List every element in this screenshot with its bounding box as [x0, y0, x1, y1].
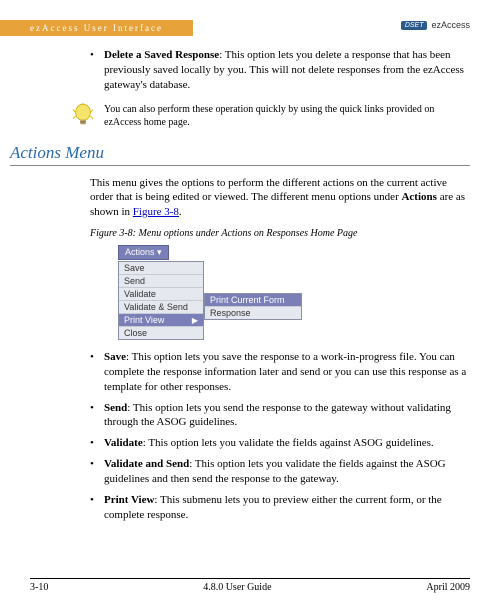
actions-menu-button[interactable]: Actions ▾ — [118, 245, 169, 260]
bullet-print-view: • Print View: This submenu lets you to p… — [90, 493, 470, 523]
submenu-arrow-icon: ▶ — [192, 316, 198, 325]
heading-rule — [10, 165, 470, 166]
bullet-delete-saved: • Delete a Saved Response: This option l… — [90, 48, 470, 93]
footer-center: 4.8.0 User Guide — [203, 582, 271, 593]
footer-page-number: 3-10 — [30, 582, 48, 593]
submenu-item-print-current[interactable]: Print Current Form — [205, 294, 301, 307]
figure-link[interactable]: Figure 3-8 — [133, 206, 179, 218]
menu-item-validate[interactable]: Validate — [119, 288, 203, 301]
bullet-marker: • — [90, 48, 104, 93]
bullet-marker: • — [90, 493, 104, 523]
menu-item-validate-send[interactable]: Validate & Send — [119, 301, 203, 314]
bullet-marker: • — [90, 457, 104, 487]
page-header: ezAccess User Interface DSET ezAccess — [30, 20, 470, 36]
bullet-send: • Send: This option lets you send the re… — [90, 401, 470, 431]
menu-item-print-view[interactable]: Print View ▶ — [119, 314, 203, 327]
figure-caption: Figure 3-8: Menu options under Actions o… — [90, 228, 470, 239]
header-logo: DSET ezAccess — [401, 20, 470, 30]
lightbulb-icon — [72, 103, 94, 129]
bullet-marker: • — [90, 436, 104, 451]
submenu-item-response[interactable]: Response — [205, 307, 301, 319]
intro-paragraph: This menu gives the options to perform t… — [90, 176, 470, 221]
menu-screenshot: Actions ▾ Save Send Validate Validate & … — [118, 245, 470, 340]
menu-item-send[interactable]: Send — [119, 275, 203, 288]
actions-dropdown: Save Send Validate Validate & Send Print… — [118, 261, 204, 340]
bullet-title: Delete a Saved Response — [104, 49, 219, 61]
bullet-text: Delete a Saved Response: This option let… — [104, 48, 470, 93]
footer-date: April 2009 — [426, 582, 470, 593]
tip-text: You can also perform these operation qui… — [104, 103, 470, 129]
logo-text: ezAccess — [431, 20, 470, 30]
section-heading: Actions Menu — [10, 143, 470, 163]
menu-item-save[interactable]: Save — [119, 262, 203, 275]
bullet-save: • Save: This option lets you save the re… — [90, 350, 470, 395]
bullet-validate-send: • Validate and Send: This option lets yo… — [90, 457, 470, 487]
bullet-marker: • — [90, 350, 104, 395]
page-footer: 3-10 4.8.0 User Guide April 2009 — [30, 578, 470, 593]
menu-item-close[interactable]: Close — [119, 327, 203, 339]
header-tab: ezAccess User Interface — [0, 20, 193, 36]
print-view-submenu: Print Current Form Response — [204, 293, 302, 320]
logo-badge: DSET — [401, 21, 428, 30]
tip-callout: You can also perform these operation qui… — [72, 103, 470, 129]
bullet-validate: • Validate: This option lets you validat… — [90, 436, 470, 451]
bullet-marker: • — [90, 401, 104, 431]
